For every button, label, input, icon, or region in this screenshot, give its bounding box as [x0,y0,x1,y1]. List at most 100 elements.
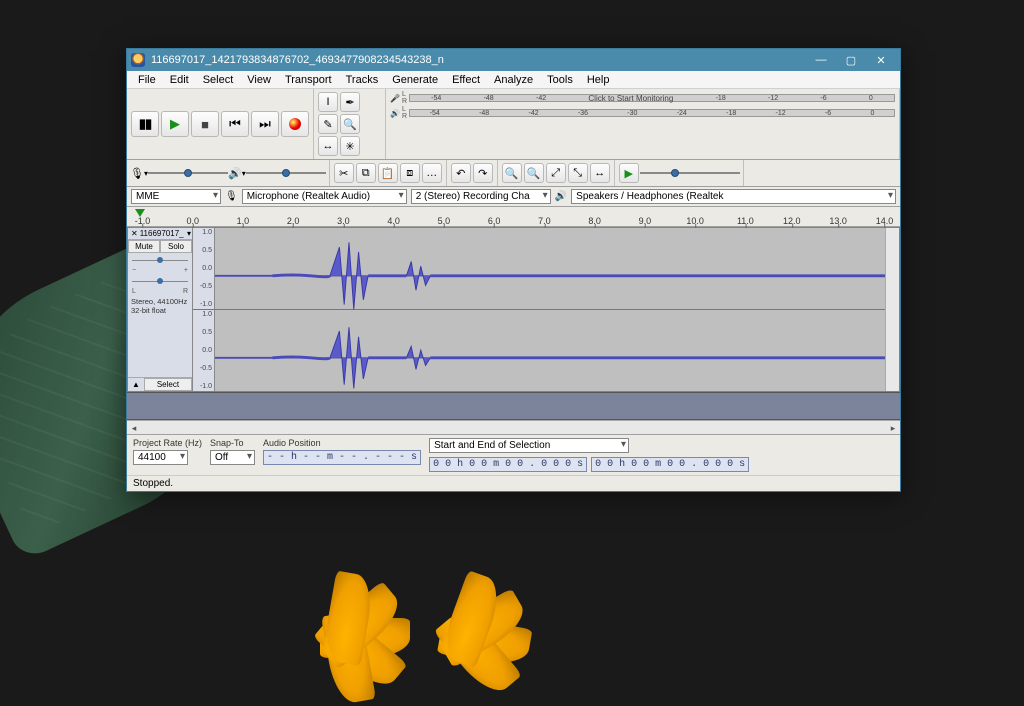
project-rate-combo[interactable]: 44100 [133,450,188,465]
pause-button[interactable]: ▮▮ [131,111,159,137]
snap-to-label: Snap-To [210,438,255,448]
menu-effect[interactable]: Effect [445,73,487,87]
undo-button[interactable]: ↶ [451,163,471,183]
zoom-in-button[interactable]: 🔍 [502,163,522,183]
zoom-sel-button[interactable]: ⤢ [546,163,566,183]
mute-button[interactable]: Mute [128,240,160,253]
vertical-scrollbar[interactable] [885,228,899,391]
skip-end-button[interactable]: ⏭ [251,111,279,137]
silence-button[interactable]: … [422,163,442,183]
zoom-fit-button[interactable]: ⤡ [568,163,588,183]
track-control-panel: ✕ 116697017_ ▾ Mute Solo −+ LR Stereo, 4… [128,228,193,391]
snap-to-combo[interactable]: Off [210,450,255,465]
play-device-combo[interactable]: Speakers / Headphones (Realtek [571,189,896,204]
close-button[interactable]: ✕ [866,49,896,71]
horizontal-scrollbar[interactable]: ◂ ▸ [127,420,900,434]
timeline-tick: 2.0 [287,216,300,226]
selection-mode-combo[interactable]: Start and End of Selection [429,438,629,453]
audio-position-field[interactable]: - - h - - m - - . - - - s [263,450,421,465]
zoom-toggle-button[interactable]: ↔ [590,163,610,183]
record-button[interactable] [281,111,309,137]
menu-view[interactable]: View [240,73,278,87]
timeline-tick: 9.0 [639,216,652,226]
menu-edit[interactable]: Edit [163,73,196,87]
selection-tool[interactable]: I [318,92,338,112]
zoom-tool[interactable]: 🔍 [340,114,360,134]
audio-position-label: Audio Position [263,438,421,448]
multi-tool[interactable]: ✳ [340,136,360,156]
record-meter[interactable]: 🎤LR -54-48-42 Click to Start Monitoring … [386,89,900,159]
zoom-toolbar: 🔍 🔍 ⤢ ⤡ ↔ [498,160,615,186]
copy-button[interactable]: ⧉ [356,163,376,183]
play-at-speed-button[interactable]: ▶ [619,163,639,183]
track-select-button[interactable]: Select [144,378,192,391]
device-toolbar: MME 🎙 Microphone (Realtek Audio) 2 (Ster… [127,187,900,207]
play-volume-slider[interactable] [246,166,326,180]
track-menu-button[interactable]: ▾ [187,229,191,238]
timeline-tick: 8.0 [588,216,601,226]
menu-select[interactable]: Select [196,73,241,87]
play-button[interactable]: ▶ [161,111,189,137]
audio-host-combo[interactable]: MME [131,189,221,204]
track-close-button[interactable]: ✕ [129,229,140,238]
mixer-toolbar: 🎙▾ 🔊▾ [127,160,330,186]
draw-tool[interactable]: ✎ [318,114,338,134]
stop-button[interactable]: ■ [191,111,219,137]
play-meter-scale[interactable]: -54-48-42-36-30-24-18-12-60 [409,109,895,117]
audacity-window: 116697017_1421793834876702_4693477908234… [126,48,901,492]
amplitude-scale: 1.00.50.0-0.5-1.0 [193,228,215,309]
selection-start-field[interactable]: 0 0 h 0 0 m 0 0 . 0 0 0 s [429,457,587,472]
scroll-left-button[interactable]: ◂ [129,423,139,433]
trim-button[interactable]: ⧈ [400,163,420,183]
menu-transport[interactable]: Transport [278,73,339,87]
timeline-tick: 13.0 [829,216,847,226]
timeline-ruler[interactable]: -1.00.01.02.03.04.05.06.07.08.09.010.011… [127,207,900,227]
transport-toolbar: ▮▮ ▶ ■ ⏮ ⏭ [127,89,314,159]
envelope-tool[interactable]: ✒ [340,92,360,112]
mic-icon: 🎙 [225,191,238,202]
skip-start-button[interactable]: ⏮ [221,111,249,137]
menu-help[interactable]: Help [580,73,617,87]
timeline-tick: 0.0 [186,216,199,226]
gain-slider[interactable] [132,255,188,265]
menu-file[interactable]: File [131,73,163,87]
timeline-tick: 6.0 [488,216,501,226]
solo-button[interactable]: Solo [160,240,192,253]
timeline-tick: 1.0 [237,216,250,226]
pan-slider[interactable] [132,276,188,286]
selection-end-field[interactable]: 0 0 h 0 0 m 0 0 . 0 0 0 s [591,457,749,472]
maximize-button[interactable]: ▢ [836,49,866,71]
redo-button[interactable]: ↷ [473,163,493,183]
menu-analyze[interactable]: Analyze [487,73,540,87]
timeline-tick: 3.0 [337,216,350,226]
collapse-button[interactable]: ▲ [128,380,144,389]
rec-volume-slider[interactable] [148,166,228,180]
timeshift-tool[interactable]: ↔ [318,136,338,156]
menu-tools[interactable]: Tools [540,73,580,87]
window-title: 116697017_1421793834876702_4693477908234… [151,54,806,66]
titlebar[interactable]: 116697017_1421793834876702_4693477908234… [127,49,900,71]
paste-button[interactable]: 📋 [378,163,398,183]
channel-left[interactable]: 1.00.50.0-0.5-1.0 [193,228,885,310]
menu-tracks[interactable]: Tracks [339,73,386,87]
scroll-right-button[interactable]: ▸ [888,423,898,433]
speaker-icon: 🔊 [228,167,242,180]
channel-right[interactable]: 1.00.50.0-0.5-1.0 [193,310,885,391]
rec-channels-combo[interactable]: 2 (Stereo) Recording Cha [411,189,551,204]
track-name[interactable]: 116697017_ [140,229,187,238]
timeline-tick: 7.0 [538,216,551,226]
selection-toolbar: Project Rate (Hz) 44100 Snap-To Off Audi… [127,434,900,491]
rec-device-combo[interactable]: Microphone (Realtek Audio) [242,189,407,204]
edit-toolbar: ✂ ⧉ 📋 ⧈ … [330,160,447,186]
minimize-button[interactable]: — [806,49,836,71]
status-bar: Stopped. [127,475,900,491]
track-area: ✕ 116697017_ ▾ Mute Solo −+ LR Stereo, 4… [127,227,900,392]
cut-button[interactable]: ✂ [334,163,354,183]
zoom-out-button[interactable]: 🔍 [524,163,544,183]
menu-generate[interactable]: Generate [385,73,445,87]
empty-track-area[interactable] [127,392,900,420]
amplitude-scale: 1.00.50.0-0.5-1.0 [193,310,215,391]
play-speed-slider[interactable] [640,166,740,180]
waveform-display[interactable]: 1.00.50.0-0.5-1.0 1.00.50.0-0.5-1.0 [193,228,885,391]
rec-meter-scale[interactable]: -54-48-42 Click to Start Monitoring -18-… [409,94,895,102]
